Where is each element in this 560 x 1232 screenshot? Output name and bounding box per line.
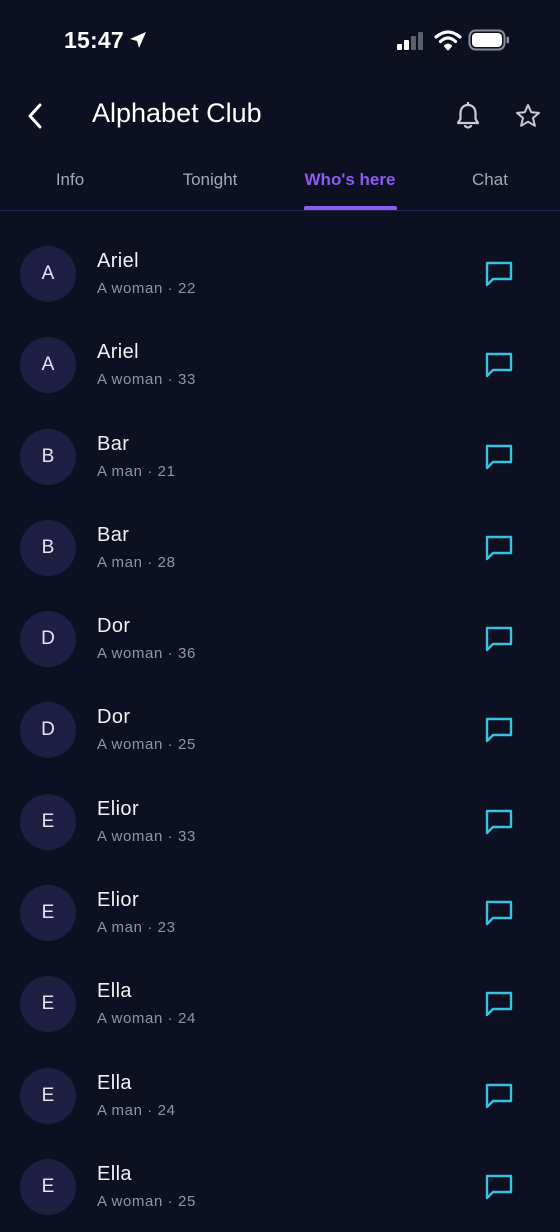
person-gender-age: A man · 21 bbox=[97, 462, 176, 480]
person-name: Ella bbox=[97, 1071, 132, 1094]
cellular-signal-icon bbox=[396, 31, 426, 51]
person-gender-age: A woman · 33 bbox=[97, 371, 196, 389]
list-item[interactable]: E Elior A woman · 33 bbox=[0, 776, 560, 867]
tab-chat[interactable]: Chat bbox=[420, 146, 560, 210]
person-name: Bar bbox=[97, 523, 130, 546]
chat-bubble-icon bbox=[485, 626, 513, 652]
person-name: Bar bbox=[97, 432, 130, 455]
header: Alphabet Club bbox=[0, 84, 560, 146]
message-button[interactable] bbox=[478, 893, 520, 933]
chevron-left-icon bbox=[28, 103, 42, 129]
chat-bubble-icon bbox=[485, 900, 513, 926]
avatar: E bbox=[20, 1067, 76, 1124]
avatar: B bbox=[20, 428, 76, 485]
avatar: E bbox=[20, 976, 76, 1033]
tab-whos-here[interactable]: Who's here bbox=[280, 146, 420, 210]
avatar: E bbox=[20, 885, 76, 942]
avatar: D bbox=[20, 702, 76, 759]
favorite-button[interactable] bbox=[508, 96, 548, 136]
chat-bubble-icon bbox=[485, 992, 513, 1017]
location-arrow-icon bbox=[128, 30, 148, 50]
avatar: E bbox=[20, 793, 76, 850]
list-item[interactable]: B Bar A man · 21 bbox=[0, 411, 560, 502]
message-button[interactable] bbox=[478, 710, 520, 750]
person-name: Ariel bbox=[97, 341, 140, 364]
message-button[interactable] bbox=[478, 437, 520, 477]
chat-bubble-icon bbox=[485, 718, 513, 743]
chat-bubble-icon bbox=[485, 1083, 513, 1108]
message-button[interactable] bbox=[478, 984, 520, 1024]
person-gender-age: A woman · 22 bbox=[97, 280, 196, 297]
person-name: Dor bbox=[97, 615, 131, 638]
avatar: B bbox=[20, 519, 76, 576]
message-button[interactable] bbox=[478, 802, 520, 842]
people-list: A Ariel A woman · 22 A Ariel A woman · 3… bbox=[0, 228, 560, 1232]
person-name: Ella bbox=[97, 1162, 132, 1185]
person-gender-age: A man · 28 bbox=[97, 553, 176, 571]
list-item[interactable]: B Bar A man · 28 bbox=[0, 502, 560, 593]
active-tab-indicator bbox=[304, 206, 397, 210]
avatar: A bbox=[20, 246, 76, 302]
message-button[interactable] bbox=[478, 619, 520, 659]
chat-bubble-icon bbox=[485, 809, 513, 834]
person-name: Elior bbox=[97, 797, 140, 820]
person-gender-age: A woman · 25 bbox=[97, 736, 196, 754]
tab-tonight[interactable]: Tonight bbox=[140, 146, 280, 210]
avatar: E bbox=[20, 1158, 76, 1215]
avatar: A bbox=[20, 337, 76, 394]
message-button[interactable] bbox=[478, 345, 520, 385]
battery-icon bbox=[468, 29, 510, 51]
chat-bubble-icon bbox=[485, 535, 513, 561]
person-gender-age: A man · 24 bbox=[97, 1101, 176, 1119]
list-item[interactable]: E Ella A man · 24 bbox=[0, 1050, 560, 1141]
message-button[interactable] bbox=[478, 528, 520, 568]
list-item[interactable]: D Dor A woman · 36 bbox=[0, 593, 560, 684]
list-item[interactable]: E Ella A woman · 25 bbox=[0, 1141, 560, 1232]
list-item[interactable]: E Elior A man · 23 bbox=[0, 867, 560, 958]
tab-bar: Info Tonight Who's here Chat bbox=[0, 146, 560, 211]
chat-bubble-icon bbox=[485, 444, 513, 469]
notifications-button[interactable] bbox=[448, 96, 488, 136]
chat-bubble-icon bbox=[485, 353, 513, 378]
message-button[interactable] bbox=[478, 1167, 520, 1207]
person-gender-age: A woman · 25 bbox=[97, 1192, 196, 1210]
list-item[interactable]: E Ella A woman · 24 bbox=[0, 958, 560, 1049]
person-name: Ariel bbox=[97, 250, 140, 272]
status-time: 15:47 bbox=[64, 27, 124, 53]
list-item[interactable]: D Dor A woman · 25 bbox=[0, 684, 560, 775]
list-item[interactable]: A Ariel A woman · 22 bbox=[0, 228, 560, 319]
person-gender-age: A woman · 33 bbox=[97, 827, 196, 845]
chat-bubble-icon bbox=[485, 261, 513, 287]
person-name: Ella bbox=[97, 980, 132, 1003]
tab-info[interactable]: Info bbox=[0, 146, 140, 210]
wifi-icon bbox=[434, 29, 462, 51]
person-gender-age: A man · 23 bbox=[97, 919, 176, 937]
message-button[interactable] bbox=[478, 254, 520, 294]
message-button[interactable] bbox=[478, 1076, 520, 1116]
chat-bubble-icon bbox=[485, 1174, 513, 1200]
star-icon bbox=[516, 104, 540, 127]
person-gender-age: A woman · 36 bbox=[97, 645, 196, 663]
person-name: Elior bbox=[97, 889, 140, 912]
bell-icon bbox=[456, 102, 480, 129]
person-gender-age: A woman · 24 bbox=[97, 1010, 196, 1028]
back-button[interactable] bbox=[16, 96, 56, 136]
person-name: Dor bbox=[97, 706, 131, 729]
status-bar: 15:47 bbox=[0, 0, 560, 84]
avatar: D bbox=[20, 611, 76, 668]
list-item[interactable]: A Ariel A woman · 33 bbox=[0, 319, 560, 410]
page-title: Alphabet Club bbox=[92, 98, 262, 128]
